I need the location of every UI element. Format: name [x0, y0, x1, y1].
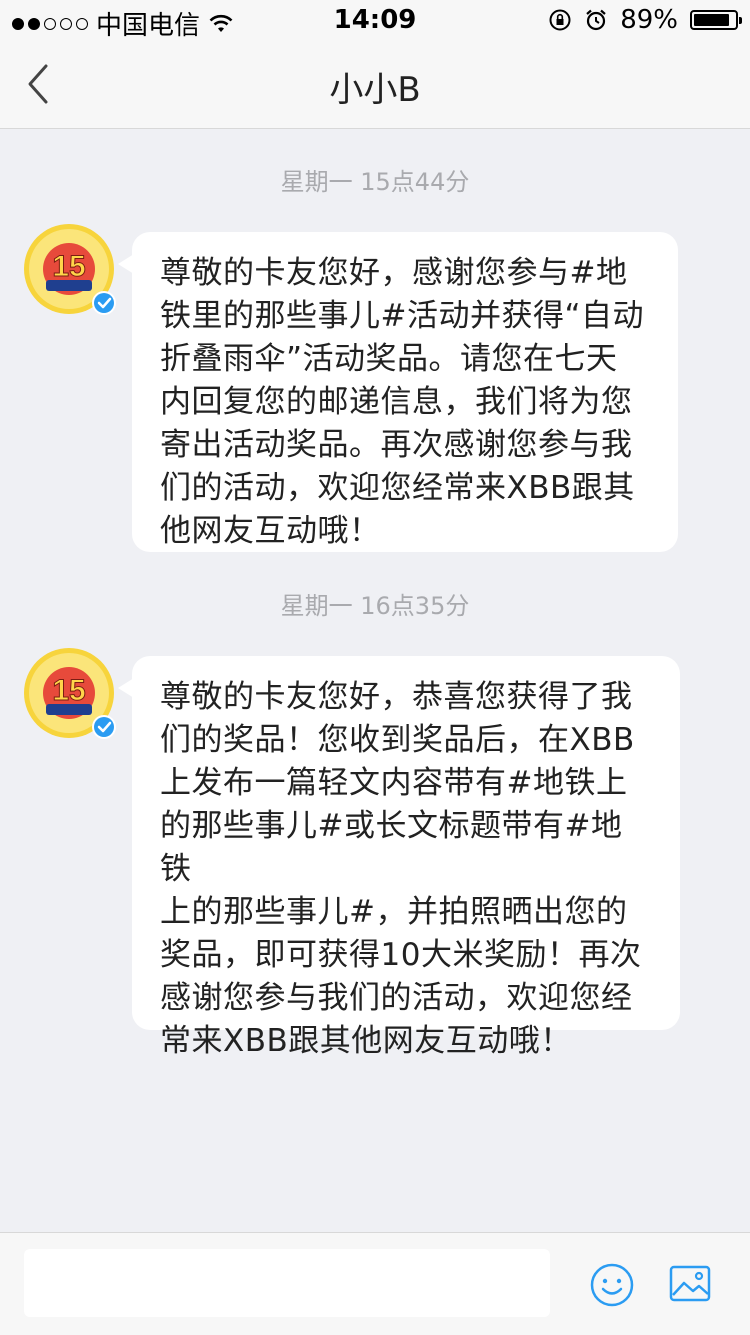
message-bubble[interactable]: 尊敬的卡友您好，感谢您参与#地 铁里的那些事儿#活动并获得“自动 折叠雨伞”活动…	[118, 232, 678, 552]
image-button[interactable]	[668, 1262, 712, 1306]
emoji-button[interactable]	[589, 1262, 635, 1308]
image-icon	[669, 1265, 711, 1302]
svg-text:15: 15	[52, 250, 85, 283]
input-bar	[0, 1232, 750, 1335]
battery-icon	[690, 10, 742, 30]
message-bubble[interactable]: 尊敬的卡友您好，恭喜您获得了我 们的奖品！您收到奖品后，在XBB 上发布一篇轻文…	[118, 656, 680, 1059]
smiley-icon	[590, 1263, 634, 1307]
status-bar: 中国电信 14:09 89%	[0, 0, 750, 41]
alarm-icon	[586, 9, 606, 31]
nav-bar: 小小B	[0, 40, 750, 129]
message-timestamp: 星期一 16点35分	[280, 592, 470, 620]
avatar[interactable]: 15	[24, 648, 116, 739]
battery-percent: 89%	[620, 5, 678, 35]
svg-text:15: 15	[52, 674, 85, 707]
page-title: 小小B	[329, 70, 421, 110]
message-input[interactable]	[24, 1249, 550, 1317]
message-timestamp: 星期一 15点44分	[280, 168, 470, 196]
avatar[interactable]: 15	[24, 224, 116, 315]
rotation-lock-icon	[549, 9, 571, 31]
